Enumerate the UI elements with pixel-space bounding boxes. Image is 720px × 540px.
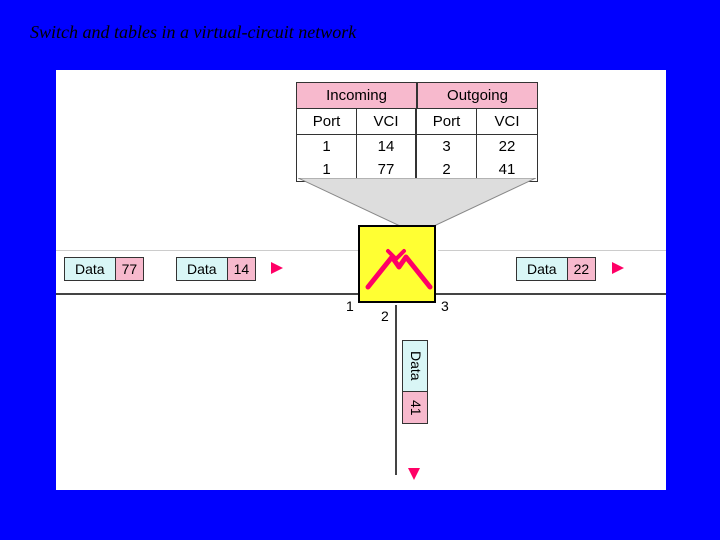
col-in-vci: VCI: [357, 109, 417, 135]
diagram-canvas: Incoming Outgoing Port VCI Port VCI 1 14…: [56, 70, 666, 490]
cell: 1: [297, 135, 357, 158]
table-header-incoming: Incoming: [297, 83, 418, 109]
table-header-outgoing: Outgoing: [418, 83, 537, 109]
packet-data-label: Data: [516, 257, 568, 281]
page-title: Switch and tables in a virtual-circuit n…: [30, 22, 356, 43]
table-connector: [298, 178, 536, 226]
packet-left-outer: Data 77: [64, 257, 144, 281]
packet-vci-label: 77: [116, 257, 145, 281]
packet-data-label: Data: [402, 340, 428, 392]
switching-table: Incoming Outgoing Port VCI Port VCI 1 14…: [296, 82, 538, 182]
switch-node: [358, 225, 436, 303]
port-label-right: 3: [441, 298, 449, 314]
packet-left-inner: Data 14: [176, 257, 256, 281]
packet-vci-label: 22: [568, 257, 597, 281]
packet-data-label: Data: [176, 257, 228, 281]
cell: 3: [417, 135, 477, 158]
switch-fabric-icon: [360, 227, 438, 305]
col-out-port: Port: [417, 109, 477, 135]
cell: 22: [477, 135, 537, 158]
link-line-down: [395, 305, 397, 475]
packet-right: Data 22: [516, 257, 596, 281]
link-line-upper-right: [438, 250, 666, 251]
packet-down: Data 41: [402, 340, 428, 424]
arrow-right-icon: [612, 262, 624, 274]
packet-vci-label: 41: [402, 392, 428, 425]
packet-data-label: Data: [64, 257, 116, 281]
col-out-vci: VCI: [477, 109, 537, 135]
table-row: 1 14 3 22: [297, 135, 537, 158]
link-line-upper-left: [56, 250, 358, 251]
port-label-left: 1: [346, 298, 354, 314]
arrow-down-icon: [408, 468, 420, 480]
port-label-bottom: 2: [381, 308, 389, 324]
arrow-right-icon: [271, 262, 283, 274]
packet-vci-label: 14: [228, 257, 257, 281]
cell: 14: [357, 135, 417, 158]
col-in-port: Port: [297, 109, 357, 135]
